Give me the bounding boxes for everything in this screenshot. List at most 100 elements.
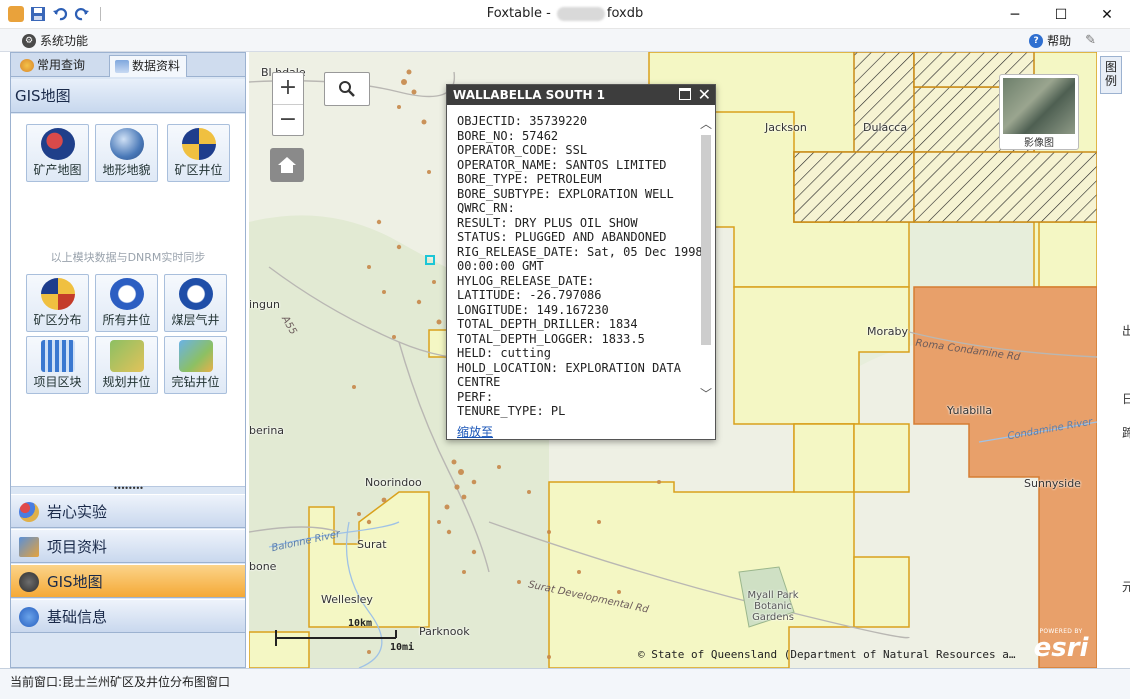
gear-icon: ⚙ — [22, 33, 36, 48]
minimize-button[interactable]: ─ — [992, 0, 1038, 29]
maximize-button[interactable]: ☐ — [1038, 0, 1084, 29]
tool-label: 完钻井位 — [171, 375, 220, 389]
popup-field: BORE_SUBTYPE: EXPLORATION WELL — [457, 186, 674, 201]
tool-label: 项目区块 — [33, 375, 82, 389]
section-title: GIS地图 — [11, 79, 245, 113]
clipped-text: 蹄 — [1122, 426, 1130, 440]
planned-well-icon — [109, 340, 144, 372]
popup-field: OBJECTID: 35739220 — [457, 114, 588, 128]
gis-icon — [19, 572, 39, 592]
tool-project-blocks[interactable]: 项目区块 — [26, 336, 89, 394]
popup-field: LONGITUDE: 149.167230 — [457, 302, 609, 317]
tab-label: 常用查询 — [37, 58, 86, 72]
tool-mine-wells[interactable]: 矿区井位 — [167, 124, 230, 182]
menu-bar: ⚙ 系统功能 ? 帮助 ✎ — [0, 29, 1130, 52]
esri-wordmark: esri — [1033, 633, 1089, 663]
globe-icon — [109, 128, 144, 160]
tab-label: 数据资料 — [132, 59, 181, 73]
grid-calendar-icon — [40, 340, 75, 372]
popup-field: HYLOG_RELEASE_DATE: — [457, 273, 595, 288]
popup-field: BORE_NO: 57462 — [457, 128, 559, 143]
zoom-in-button[interactable]: + — [273, 73, 303, 104]
australia-flag-globe-icon — [40, 128, 75, 160]
popup-close-icon[interactable]: ✕ — [698, 85, 711, 105]
zoom-to-link[interactable]: 缩放至 — [457, 423, 493, 440]
status-bar: 当前窗口:昆士兰州矿区及井位分布图窗口 — [0, 668, 1130, 699]
scale-bar: 10km 10mi — [272, 618, 414, 658]
basemap-toggle-label: 影像图 — [1024, 138, 1054, 149]
tool-all-wells[interactable]: 所有井位 — [95, 274, 158, 332]
popup-field: TOTAL_DEPTH_DRILLER: 1834 — [457, 317, 638, 331]
scroll-down-icon[interactable]: ﹀ — [699, 385, 713, 402]
legend-tab[interactable]: 图例 — [1100, 56, 1122, 94]
tool-terrain[interactable]: 地形地貌 — [95, 124, 158, 182]
search-icon — [339, 81, 355, 97]
help-menu-label: 帮助 — [1047, 34, 1072, 48]
clipped-text: 日 — [1122, 392, 1130, 406]
popup-field: LATITUDE: -26.797086 — [457, 288, 602, 302]
tool-label: 规划井位 — [102, 375, 151, 389]
tool-completed-wells[interactable]: 完钻井位 — [164, 336, 227, 394]
tool-mine-distribution[interactable]: 矿区分布 — [26, 274, 89, 332]
window-title-suffix: foxdb — [606, 6, 644, 21]
well-map-icon — [181, 128, 216, 160]
feature-popup: WALLABELLA SOUTH 1 ✕ OBJECTID: 35739220 B… — [446, 84, 716, 440]
place-label: bone — [249, 560, 277, 573]
basemap-toggle[interactable]: 影像图 — [999, 74, 1079, 150]
nav-core-experiment[interactable]: 岩心实验 — [11, 494, 245, 528]
popup-field: TOTAL_DEPTH_LOGGER: 1833.5 — [457, 331, 645, 346]
molecule-icon — [19, 502, 39, 522]
popup-field: STATUS: PLUGGED AND ABANDONED — [457, 230, 667, 244]
tool-mineral-map[interactable]: 矿产地图 — [26, 124, 89, 182]
help-menu[interactable]: ? 帮助 ✎ — [1029, 32, 1096, 49]
well-map-icon — [40, 278, 75, 310]
nav-gis-map[interactable]: GIS地图 — [11, 564, 245, 598]
info-icon — [19, 607, 39, 627]
nav-label: 项目资料 — [47, 538, 108, 556]
scroll-up-icon[interactable]: ︿ — [699, 115, 713, 132]
window-title-prefix: Foxtable - — [486, 6, 555, 21]
tool-label: 所有井位 — [102, 313, 151, 327]
esri-logo: POWERED BY esri — [1030, 628, 1092, 662]
popup-attributes: OBJECTID: 35739220 BORE_NO: 57462 OPERATOR… — [457, 114, 703, 420]
place-label: ingun — [249, 298, 280, 311]
csg-badge-icon — [178, 278, 213, 310]
tool-planned-wells[interactable]: 规划井位 — [95, 336, 158, 394]
maximize-icon[interactable] — [679, 88, 691, 100]
popup-title: WALLABELLA SOUTH 1 — [447, 85, 715, 105]
window-title: Foxtable - foxdb — [0, 6, 1130, 21]
tool-coal-seam-gas[interactable]: 煤层气井 — [164, 274, 227, 332]
scroll-thumb[interactable] — [701, 135, 711, 345]
table-icon — [115, 60, 129, 73]
close-button[interactable]: ✕ — [1084, 0, 1130, 29]
zoom-out-button[interactable]: − — [273, 104, 303, 135]
satellite-thumbnail — [1003, 78, 1075, 134]
place-label: Sunnyside — [1024, 477, 1081, 490]
tool-label: 矿产地图 — [33, 163, 82, 177]
title-bar: Foxtable - foxdb ─ ☐ ✕ — [0, 0, 1130, 29]
place-label: Surat — [357, 538, 387, 551]
panel-splitter[interactable]: •••••••• — [11, 485, 245, 493]
pin-icon[interactable]: ✎ — [1085, 33, 1096, 48]
home-extent-button[interactable] — [270, 148, 304, 182]
left-panel: 常用查询 数据资料 GIS地图 矿产地图 地形地貌 矿区井位 以上模块数据与DN… — [10, 52, 246, 668]
clipped-text: 元 — [1122, 580, 1130, 594]
popup-field: TENURE_TYPE: PL — [457, 404, 566, 418]
clipped-text: 出 — [1122, 324, 1130, 338]
home-icon — [278, 157, 296, 173]
nav-label: GIS地图 — [47, 573, 103, 591]
map-pin-icon — [178, 340, 213, 372]
popup-scrollbar[interactable]: ︿ ﹀ — [699, 115, 713, 405]
tool-label: 矿区分布 — [33, 313, 82, 327]
nav-project-data[interactable]: 项目资料 — [11, 529, 245, 563]
place-label: Wellesley — [321, 593, 373, 606]
nav-basic-info[interactable]: 基础信息 — [11, 599, 245, 633]
popup-field: QWRC_RN: — [457, 201, 515, 215]
status-current-window: 当前窗口:昆士兰州矿区及井位分布图窗口 — [10, 675, 231, 689]
tab-common-query[interactable]: 常用查询 — [15, 55, 91, 77]
tab-data[interactable]: 数据资料 — [109, 55, 188, 77]
place-label: Parknook — [419, 625, 470, 638]
system-menu[interactable]: ⚙ 系统功能 — [22, 32, 88, 49]
map-search-button[interactable] — [324, 72, 370, 106]
popup-field: OPERATOR_NAME: SANTOS LIMITED — [457, 157, 667, 172]
